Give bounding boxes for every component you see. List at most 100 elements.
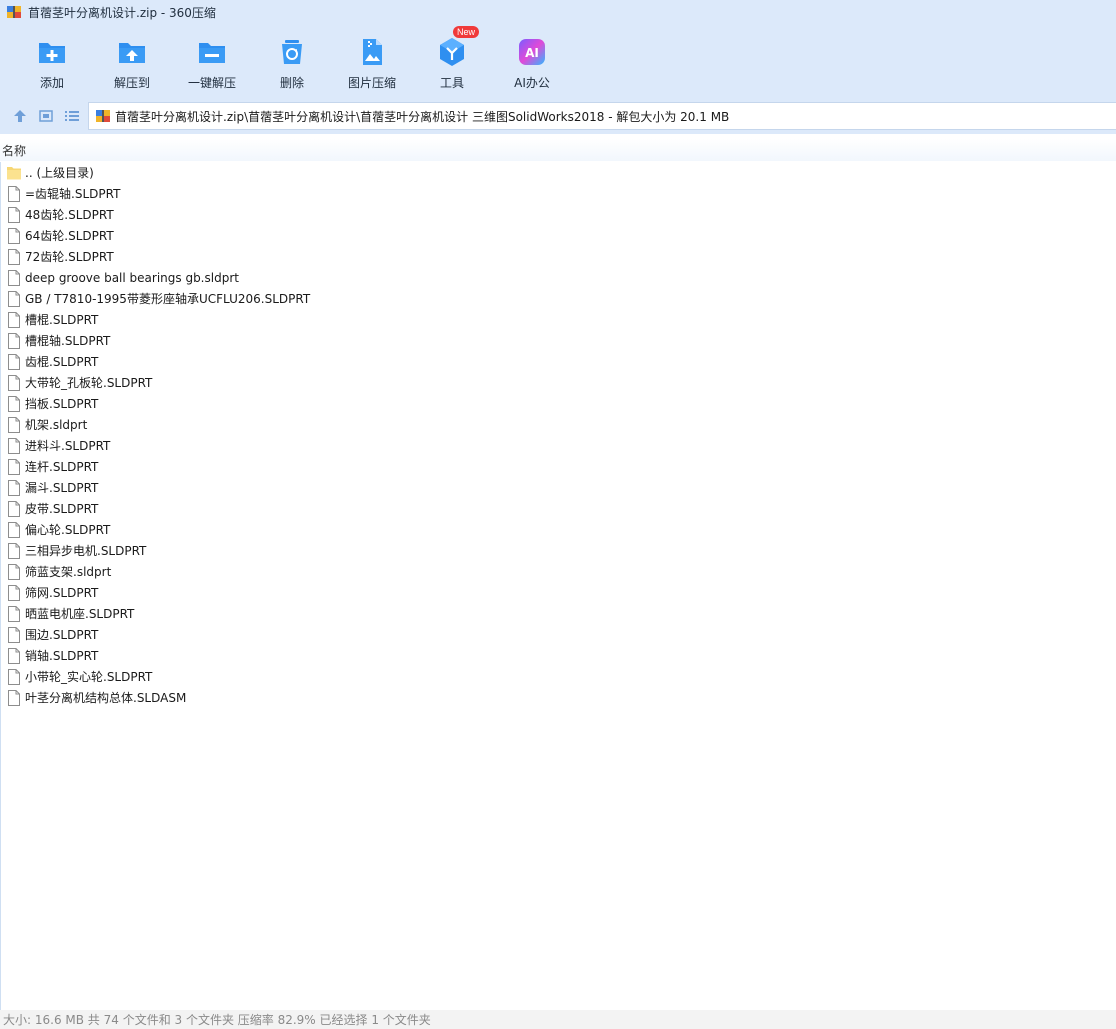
tools-button[interactable]: New 工具	[412, 24, 492, 98]
archive-app-icon	[7, 6, 21, 18]
window-title: 苜蓿茎叶分离机设计.zip - 360压缩	[28, 5, 216, 20]
file-name: 挡板.SLDPRT	[25, 397, 99, 411]
document-icon	[8, 668, 20, 685]
ai-office-icon: AI	[519, 39, 545, 65]
tools-icon	[440, 38, 464, 66]
extract-to-label: 解压到	[113, 76, 150, 90]
svg-text:AI: AI	[525, 46, 539, 60]
file-name: 皮带.SLDPRT	[25, 502, 99, 516]
file-row[interactable]: 挡板.SLDPRT	[1, 393, 1116, 414]
document-icon	[8, 269, 20, 286]
file-name: 晒蓝电机座.SLDPRT	[25, 607, 135, 621]
file-row[interactable]: =齿辊轴.SLDPRT	[1, 183, 1116, 204]
file-name: 48齿轮.SLDPRT	[25, 208, 114, 222]
file-name: 漏斗.SLDPRT	[25, 481, 99, 495]
file-row[interactable]: 机架.sldprt	[1, 414, 1116, 435]
file-row[interactable]: 围边.SLDPRT	[1, 624, 1116, 645]
file-name: 叶茎分离机结构总体.SLDASM	[25, 691, 187, 705]
document-icon	[8, 647, 20, 664]
document-icon	[8, 416, 20, 433]
add-icon	[39, 43, 65, 63]
file-row[interactable]: 皮带.SLDPRT	[1, 498, 1116, 519]
file-row[interactable]: 72齿轮.SLDPRT	[1, 246, 1116, 267]
arrow-up-icon	[14, 110, 26, 122]
document-icon	[8, 479, 20, 496]
file-row[interactable]: 漏斗.SLDPRT	[1, 477, 1116, 498]
document-icon	[8, 248, 20, 265]
document-icon	[8, 353, 20, 370]
delete-button[interactable]: 删除	[252, 24, 332, 98]
document-icon	[8, 185, 20, 202]
one-click-extract-label: 一键解压	[187, 76, 236, 90]
add-button[interactable]: 添加	[12, 24, 92, 98]
ai-office-label: AI办公	[514, 76, 550, 90]
list-view-icon	[65, 111, 79, 121]
file-row[interactable]: 大带轮_孔板轮.SLDPRT	[1, 372, 1116, 393]
document-icon	[8, 206, 20, 223]
document-icon	[8, 290, 20, 307]
zip-archive-icon	[96, 110, 110, 122]
file-name: deep groove ball bearings gb.sldprt	[25, 270, 239, 285]
file-row[interactable]: 三相异步电机.SLDPRT	[1, 540, 1116, 561]
file-row[interactable]: 筛网.SLDPRT	[1, 582, 1116, 603]
folder-icon	[7, 166, 21, 179]
file-row[interactable]: 连杆.SLDPRT	[1, 456, 1116, 477]
delete-icon	[282, 40, 302, 64]
file-name: 偏心轮.SLDPRT	[25, 523, 111, 537]
extract-to-icon	[119, 43, 145, 63]
file-name: 机架.sldprt	[25, 418, 88, 432]
file-row[interactable]: 叶茎分离机结构总体.SLDASM	[1, 687, 1116, 708]
file-name: 小带轮_实心轮.SLDPRT	[25, 670, 153, 684]
column-header-name[interactable]: 名称	[2, 142, 26, 159]
document-icon	[8, 437, 20, 454]
thumbnail-view-button[interactable]	[33, 103, 59, 129]
new-badge: New	[453, 26, 480, 38]
file-name: =齿辊轴.SLDPRT	[25, 187, 121, 201]
document-icon	[8, 374, 20, 391]
tools-label: 工具	[439, 76, 464, 90]
thumbnail-view-icon	[39, 110, 53, 122]
file-name: 三相异步电机.SLDPRT	[25, 544, 147, 558]
address-bar[interactable]: 苜蓿茎叶分离机设计.zip\苜蓿茎叶分离机设计\苜蓿茎叶分离机设计 三维图Sol…	[88, 102, 1116, 130]
file-row[interactable]: 齿棍.SLDPRT	[1, 351, 1116, 372]
file-row[interactable]: 48齿轮.SLDPRT	[1, 204, 1116, 225]
title-bar: 苜蓿茎叶分离机设计.zip - 360压缩	[0, 0, 1116, 24]
one-click-extract-button[interactable]: 一键解压	[172, 24, 252, 98]
document-icon	[8, 521, 20, 538]
address-path: 苜蓿茎叶分离机设计.zip\苜蓿茎叶分离机设计\苜蓿茎叶分离机设计 三维图Sol…	[115, 109, 730, 124]
file-row[interactable]: 晒蓝电机座.SLDPRT	[1, 603, 1116, 624]
file-name: GB / T7810-1995带菱形座轴承UCFLU206.SLDPRT	[25, 292, 311, 306]
file-name: 槽棍.SLDPRT	[25, 313, 99, 327]
file-row[interactable]: GB / T7810-1995带菱形座轴承UCFLU206.SLDPRT	[1, 288, 1116, 309]
file-name: 筛蓝支架.sldprt	[25, 565, 112, 579]
file-row[interactable]: 64齿轮.SLDPRT	[1, 225, 1116, 246]
parent-directory-label: .. (上级目录)	[25, 166, 94, 180]
file-row[interactable]: 偏心轮.SLDPRT	[1, 519, 1116, 540]
file-row[interactable]: 槽棍轴.SLDPRT	[1, 330, 1116, 351]
file-row[interactable]: 小带轮_实心轮.SLDPRT	[1, 666, 1116, 687]
file-row[interactable]: 筛蓝支架.sldprt	[1, 561, 1116, 582]
delete-label: 删除	[279, 76, 304, 90]
status-bar: 大小: 16.6 MB 共 74 个文件和 3 个文件夹 压缩率 82.9% 已…	[0, 1010, 1116, 1029]
list-header: 名称	[0, 139, 1116, 161]
file-name: 筛网.SLDPRT	[25, 586, 99, 600]
status-text: 大小: 16.6 MB 共 74 个文件和 3 个文件夹 压缩率 82.9% 已…	[3, 1013, 431, 1027]
file-row[interactable]: 销轴.SLDPRT	[1, 645, 1116, 666]
parent-directory-row[interactable]: .. (上级目录)	[1, 162, 1116, 183]
document-icon	[8, 689, 20, 706]
document-icon	[8, 542, 20, 559]
up-level-button[interactable]	[7, 103, 33, 129]
file-name: 72齿轮.SLDPRT	[25, 250, 114, 264]
image-compress-button[interactable]: 图片压缩	[332, 24, 412, 98]
extract-to-button[interactable]: 解压到	[92, 24, 172, 98]
file-row[interactable]: deep groove ball bearings gb.sldprt	[1, 267, 1116, 288]
ai-office-button[interactable]: AI AI办公	[492, 24, 572, 98]
file-row[interactable]: 槽棍.SLDPRT	[1, 309, 1116, 330]
list-view-button[interactable]	[59, 103, 85, 129]
document-icon	[8, 563, 20, 580]
file-row[interactable]: 进料斗.SLDPRT	[1, 435, 1116, 456]
file-name: 连杆.SLDPRT	[25, 460, 99, 474]
toolbar: 添加 解压到 一键解压 删除 图片压缩 New 工具 AI AI办公	[0, 24, 1116, 98]
file-name: 销轴.SLDPRT	[25, 649, 99, 663]
file-name: 齿棍.SLDPRT	[25, 355, 99, 369]
